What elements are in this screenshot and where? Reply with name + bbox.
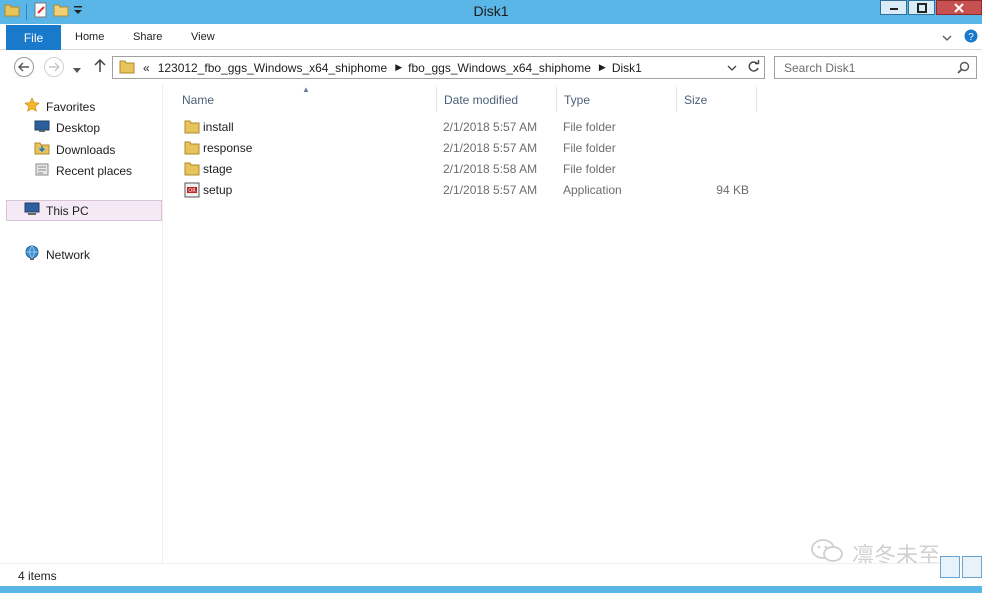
file-name: response — [203, 141, 253, 155]
nav-label: Downloads — [56, 142, 116, 157]
close-button[interactable] — [936, 0, 982, 15]
search-icon[interactable] — [957, 61, 970, 77]
file-name: setup — [203, 183, 233, 197]
nav-favorites[interactable]: Favorites — [24, 97, 95, 116]
nav-item-downloads[interactable]: Downloads — [34, 140, 115, 159]
downloads-icon — [34, 140, 50, 159]
breadcrumb-label: 123012_fbo_ggs_Windows_x64_shiphome — [157, 60, 388, 75]
window-frame-bottom — [0, 586, 982, 593]
file-list: ▲ Name Date modified Type Size install 2… — [164, 84, 982, 563]
window-controls — [879, 0, 982, 15]
tab-share[interactable]: Share — [133, 31, 162, 43]
back-button[interactable] — [14, 57, 34, 77]
address-controls — [727, 60, 760, 76]
table-row[interactable]: response 2/1/2018 5:57 AM File folder — [182, 138, 782, 159]
breadcrumb-item[interactable]: 123012_fbo_ggs_Windows_x64_shiphome ▶ — [158, 61, 408, 75]
column-header-size[interactable]: Size — [677, 87, 757, 112]
column-header-type[interactable]: Type — [557, 87, 677, 112]
breadcrumb-arrow-icon[interactable]: ▶ — [395, 62, 402, 73]
details-view-button[interactable] — [940, 556, 960, 578]
column-header-name[interactable]: Name — [175, 87, 437, 112]
nav-label: Favorites — [46, 99, 96, 114]
recent-places-icon — [34, 161, 50, 180]
column-header-date-modified[interactable]: Date modified — [437, 87, 557, 112]
breadcrumb-label: fbo_ggs_Windows_x64_shiphome — [408, 60, 591, 75]
ribbon-right-controls: ? — [942, 29, 978, 46]
tab-home[interactable]: Home — [75, 31, 104, 43]
file-name: install — [203, 120, 234, 134]
item-count: 4 items — [18, 569, 57, 583]
window-title: Disk1 — [473, 3, 509, 19]
nav-label: Network — [46, 247, 91, 262]
nav-network[interactable]: Network — [24, 245, 90, 264]
file-type: File folder — [563, 141, 616, 155]
navigation-bar: « 123012_fbo_ggs_Windows_x64_shiphome ▶ … — [0, 51, 982, 83]
file-type: File folder — [563, 120, 616, 134]
search-placeholder: Search Disk1 — [784, 60, 856, 75]
expand-ribbon-icon[interactable] — [942, 31, 952, 45]
nav-item-recent-places[interactable]: Recent places — [34, 161, 132, 180]
folder-icon — [184, 119, 200, 137]
breadcrumb-item[interactable]: Disk1 — [612, 61, 642, 75]
large-icons-view-button[interactable] — [962, 556, 982, 578]
chevron-down-icon[interactable] — [727, 61, 737, 75]
title-bar: Disk1 — [0, 0, 982, 24]
breadcrumb-arrow-icon[interactable]: ▶ — [599, 62, 606, 73]
nav-item-desktop[interactable]: Desktop — [34, 119, 100, 136]
file-name: stage — [203, 162, 233, 176]
computer-icon — [24, 202, 40, 219]
tab-file[interactable]: File — [6, 25, 61, 50]
application-icon: OR — [184, 182, 200, 201]
folder-icon — [184, 161, 200, 179]
status-bar: 4 items — [0, 556, 982, 586]
nav-label: Recent places — [56, 163, 133, 178]
breadcrumb-label: Disk1 — [611, 60, 642, 75]
tab-view[interactable]: View — [191, 31, 215, 43]
file-date: 2/1/2018 5:58 AM — [443, 162, 538, 176]
table-row[interactable]: install 2/1/2018 5:57 AM File folder — [182, 117, 782, 138]
folder-icon — [184, 140, 200, 158]
address-bar[interactable]: « 123012_fbo_ggs_Windows_x64_shiphome ▶ … — [112, 56, 765, 79]
nav-label: Desktop — [56, 120, 101, 135]
svg-text:OR: OR — [188, 188, 196, 194]
view-toggle — [940, 556, 982, 578]
file-type: File folder — [563, 162, 616, 176]
forward-button[interactable] — [44, 57, 64, 77]
breadcrumb-overflow[interactable]: « — [143, 61, 150, 75]
desktop-icon — [34, 119, 50, 136]
help-icon[interactable]: ? — [964, 29, 978, 46]
file-date: 2/1/2018 5:57 AM — [443, 120, 538, 134]
nav-label: This PC — [46, 203, 89, 218]
recent-locations-icon[interactable] — [73, 63, 81, 77]
network-icon — [24, 245, 40, 264]
star-icon — [24, 97, 40, 116]
file-type: Application — [563, 183, 622, 197]
svg-text:?: ? — [968, 32, 974, 43]
search-input[interactable]: Search Disk1 — [774, 56, 977, 79]
navigation-pane: Favorites Desktop Downloads Recent place… — [0, 84, 163, 563]
nav-this-pc[interactable]: This PC — [6, 200, 162, 221]
folder-icon — [119, 59, 135, 77]
table-row[interactable]: OR setup 2/1/2018 5:57 AM Application 94… — [182, 180, 782, 201]
up-arrow-icon[interactable] — [94, 58, 106, 76]
table-row[interactable]: stage 2/1/2018 5:58 AM File folder — [182, 159, 782, 180]
file-size: 94 KB — [716, 183, 749, 197]
refresh-icon[interactable] — [747, 60, 760, 76]
ribbon-tabs: File Home Share View ? — [0, 24, 982, 50]
breadcrumb-item[interactable]: fbo_ggs_Windows_x64_shiphome ▶ — [408, 61, 612, 75]
maximize-button[interactable] — [908, 0, 935, 15]
file-date: 2/1/2018 5:57 AM — [443, 183, 538, 197]
file-date: 2/1/2018 5:57 AM — [443, 141, 538, 155]
minimize-button[interactable] — [880, 0, 907, 15]
